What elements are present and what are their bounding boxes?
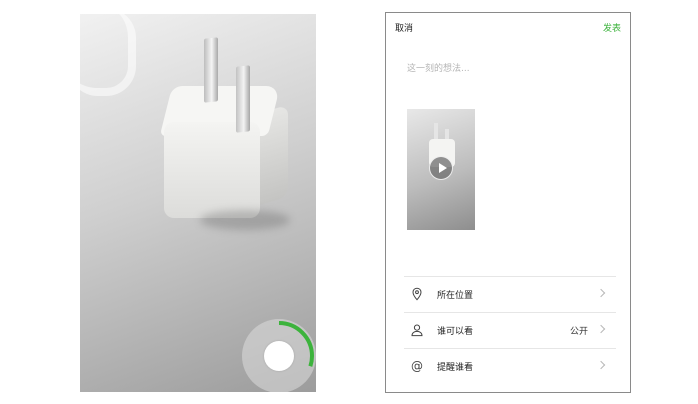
location-pin-icon	[412, 287, 422, 301]
row-visibility[interactable]: 谁可以看 公开	[404, 313, 616, 347]
chevron-right-icon	[596, 288, 606, 298]
svg-text:@: @	[411, 359, 423, 373]
row-location-label: 所在位置	[437, 291, 474, 301]
chevron-right-icon	[596, 324, 606, 334]
row-location[interactable]: 所在位置	[404, 277, 616, 311]
camera-preview	[80, 14, 316, 392]
publish-button[interactable]: 发表	[603, 21, 621, 34]
at-icon: @	[411, 359, 423, 373]
video-thumbnail[interactable]	[407, 109, 475, 230]
charger-front	[164, 122, 260, 218]
record-dot-icon	[264, 341, 294, 371]
row-remind[interactable]: @ 提醒谁看	[404, 349, 616, 383]
background-cable	[80, 14, 136, 96]
person-icon	[411, 324, 423, 337]
prong-right	[236, 65, 250, 133]
row-visibility-value: 公开	[569, 327, 588, 337]
publish-screen: 取消 发表 这一刻的想法... 所在位置 谁可以看 公开 @ 提醒谁看	[385, 12, 631, 393]
thought-input[interactable]: 这一刻的想法...	[407, 61, 470, 74]
cancel-button[interactable]: 取消	[395, 21, 413, 34]
charger-prongs	[204, 37, 264, 133]
row-visibility-label: 谁可以看	[437, 327, 474, 337]
play-icon[interactable]	[429, 156, 453, 180]
row-remind-label: 提醒谁看	[437, 363, 474, 373]
record-button[interactable]	[242, 319, 316, 392]
chevron-right-icon	[596, 360, 606, 370]
publish-header: 取消 发表	[386, 13, 630, 39]
charger-shadow	[200, 210, 290, 230]
prong-left	[204, 37, 218, 103]
